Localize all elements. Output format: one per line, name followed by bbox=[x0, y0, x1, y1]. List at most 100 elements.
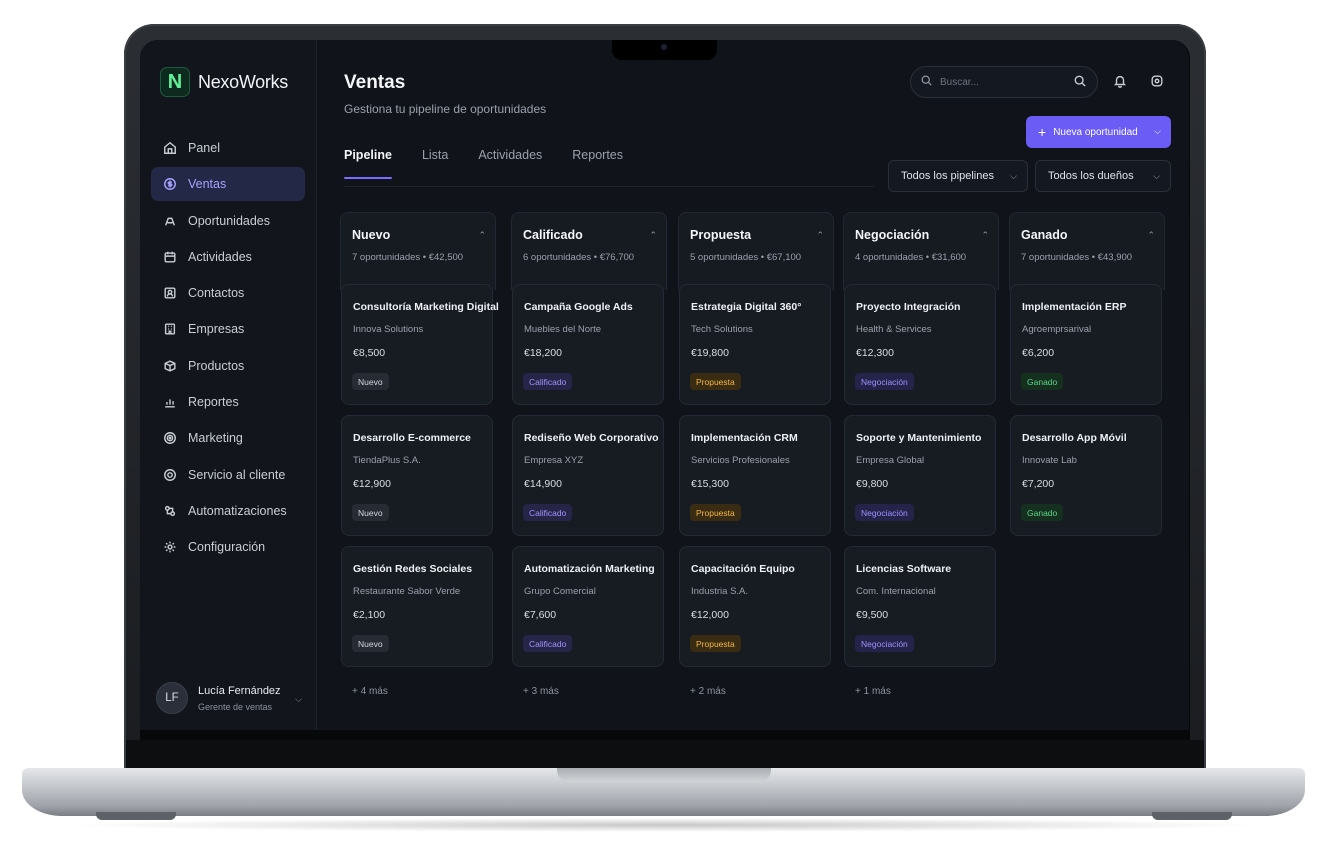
sidebar-item-actividades[interactable]: Actividades bbox=[151, 240, 305, 274]
sidebar-item-contactos[interactable]: Contactos bbox=[151, 276, 305, 310]
building-icon bbox=[163, 322, 177, 336]
app-logo[interactable]: N NexoWorks bbox=[160, 67, 288, 97]
card-value: €9,500 bbox=[856, 609, 889, 621]
user-name: Lucía Fernández bbox=[198, 684, 281, 697]
sidebar-item-panel[interactable]: Panel bbox=[151, 131, 305, 165]
chevron-up-icon[interactable]: ⌃ bbox=[816, 230, 824, 241]
sidebar-item-label: Ventas bbox=[188, 177, 227, 192]
status-badge: Nuevo bbox=[352, 635, 389, 652]
opportunity-card[interactable]: Campaña Google Ads Muebles del Norte €18,2… bbox=[512, 284, 664, 405]
search-submit-icon[interactable] bbox=[1074, 75, 1086, 90]
page-title: Ventas bbox=[344, 72, 406, 93]
search-icon bbox=[921, 75, 932, 89]
column-title: Negociación bbox=[855, 228, 930, 242]
status-badge: Propuesta bbox=[690, 504, 741, 521]
sidebar-item-empresas[interactable]: Empresas bbox=[151, 312, 305, 346]
column-title: Nuevo bbox=[352, 228, 391, 242]
page-subtitle: Gestiona tu pipeline de oportunidades bbox=[344, 102, 547, 116]
card-title: Desarrollo E-commerce bbox=[353, 432, 471, 444]
tabs-divider bbox=[344, 186, 874, 187]
card-company: Innovate Lab bbox=[1022, 455, 1077, 466]
card-value: €12,300 bbox=[856, 347, 894, 359]
show-more-link[interactable]: + 4 más bbox=[352, 686, 388, 697]
opportunity-card[interactable]: Rediseño Web Corporativo Empresa XYZ €14,9… bbox=[512, 415, 664, 536]
owner-filter[interactable]: Todos los dueños ⌵ bbox=[1035, 160, 1171, 192]
show-more-link[interactable]: + 2 más bbox=[690, 686, 726, 697]
chevron-up-icon[interactable]: ⌃ bbox=[478, 230, 486, 241]
user-info: Lucía Fernández Gerente de ventas bbox=[198, 685, 281, 712]
opportunity-card[interactable]: Desarrollo E-commerce TiendaPlus S.A. €12,… bbox=[341, 415, 493, 536]
opportunity-card[interactable]: Licencias Software Com. Internacional €9,5… bbox=[844, 546, 996, 667]
card-company: Tech Solutions bbox=[691, 324, 753, 335]
card-value: €12,000 bbox=[691, 609, 729, 621]
card-title: Rediseño Web Corporativo bbox=[524, 432, 659, 444]
card-company: TiendaPlus S.A. bbox=[353, 455, 421, 466]
sidebar-item-reportes[interactable]: Reportes bbox=[151, 385, 305, 419]
plus-icon: + bbox=[1038, 124, 1047, 140]
show-more-link[interactable]: + 3 más bbox=[523, 686, 559, 697]
sidebar-item-label: Contactos bbox=[188, 286, 245, 301]
opportunity-card[interactable]: Gestión Redes Sociales Restaurante Sabor … bbox=[341, 546, 493, 667]
card-company: Industria S.A. bbox=[691, 586, 749, 597]
chevron-down-icon: ⌵ bbox=[1154, 126, 1161, 136]
user-menu[interactable]: LF Lucía Fernández Gerente de ventas ⌵ bbox=[156, 682, 306, 714]
contacts-icon bbox=[163, 286, 177, 300]
card-value: €9,800 bbox=[856, 478, 889, 490]
status-badge: Ganado bbox=[1021, 373, 1064, 390]
tab-lista[interactable]: Lista bbox=[422, 148, 448, 179]
tab-actividades[interactable]: Actividades bbox=[478, 148, 542, 179]
column-summary: 6 oportunidades • €76,700 bbox=[523, 252, 635, 263]
search-input[interactable] bbox=[940, 76, 1060, 88]
chevron-up-icon[interactable]: ⌃ bbox=[981, 230, 989, 241]
chevron-up-icon[interactable]: ⌃ bbox=[649, 230, 657, 241]
new-opportunity-button[interactable]: + Nueva oportunidad ⌵ bbox=[1026, 116, 1171, 148]
chevron-down-icon: ⌵ bbox=[1010, 171, 1017, 181]
chevron-down-icon[interactable]: ⌵ bbox=[295, 694, 302, 705]
status-badge: Calificado bbox=[523, 504, 573, 521]
opportunity-card[interactable]: Capacitación Equipo Industria S.A. €12,000… bbox=[679, 546, 831, 667]
sidebar-item-ventas[interactable]: Ventas bbox=[151, 167, 305, 202]
column-title: Ganado bbox=[1021, 228, 1068, 242]
chevron-up-icon[interactable]: ⌃ bbox=[1147, 230, 1155, 241]
opportunity-card[interactable]: Consultoría Marketing Digital Innova Solu… bbox=[341, 284, 499, 405]
card-title: Licencias Software bbox=[856, 563, 952, 575]
card-company: Health & Services bbox=[856, 324, 932, 335]
search-bar[interactable] bbox=[910, 66, 1098, 98]
sidebar-item-servicio-al-cliente[interactable]: Servicio al cliente bbox=[151, 458, 305, 492]
home-icon bbox=[163, 141, 177, 155]
settings-icon[interactable] bbox=[1149, 73, 1165, 89]
laptop-foot-left bbox=[96, 812, 176, 820]
opportunity-card[interactable]: Implementación CRM Servicios Profesionale… bbox=[679, 415, 831, 536]
card-company: Servicios Profesionales bbox=[691, 455, 790, 466]
card-company: Empresa XYZ bbox=[524, 455, 584, 466]
opportunity-card[interactable]: Estrategia Digital 360° Tech Solutions €19… bbox=[679, 284, 831, 405]
sidebar-item-label: Servicio al cliente bbox=[188, 467, 286, 482]
card-company: Com. Internacional bbox=[856, 586, 936, 597]
card-value: €7,200 bbox=[1022, 478, 1055, 490]
opportunity-card[interactable]: Implementación ERP Agroemprsarival €6,200 G… bbox=[1010, 284, 1162, 405]
opportunity-card[interactable]: Automatización Marketing Grupo Comercial €… bbox=[512, 546, 664, 667]
pipeline-filter[interactable]: Todos los pipelines ⌵ bbox=[888, 160, 1028, 192]
opportunity-card[interactable]: Proyecto Integración Health & Services €12… bbox=[844, 284, 996, 405]
sidebar-item-automatizaciones[interactable]: Automatizaciones bbox=[151, 494, 305, 528]
card-value: €6,200 bbox=[1022, 347, 1055, 359]
opportunity-card[interactable]: Soporte y Mantenimiento Empresa Global €9,… bbox=[844, 415, 996, 536]
sidebar-item-configuracion[interactable]: Configuración bbox=[151, 530, 305, 564]
sidebar-item-marketing[interactable]: Marketing bbox=[151, 421, 305, 455]
sidebar-item-productos[interactable]: Productos bbox=[151, 349, 305, 383]
card-value: €15,300 bbox=[691, 478, 729, 490]
sidebar-item-label: Actividades bbox=[188, 249, 252, 264]
column-header-bg bbox=[678, 212, 834, 290]
show-more-link[interactable]: + 1 más bbox=[855, 686, 891, 697]
tab-pipeline[interactable]: Pipeline bbox=[344, 148, 392, 179]
bell-icon[interactable] bbox=[1112, 73, 1128, 89]
sidebar-item-oportunidades[interactable]: Oportunidades bbox=[151, 204, 305, 238]
card-company: Restaurante Sabor Verde bbox=[353, 586, 461, 597]
card-value: €2,100 bbox=[353, 609, 386, 621]
status-badge: Negociación bbox=[855, 504, 914, 521]
column-header-bg bbox=[1009, 212, 1165, 290]
tab-reportes[interactable]: Reportes bbox=[572, 148, 623, 179]
card-title: Gestión Redes Sociales bbox=[353, 563, 473, 575]
laptop-hinge bbox=[126, 740, 1204, 770]
opportunity-card[interactable]: Desarrollo App Móvil Innovate Lab €7,200 Ga… bbox=[1010, 415, 1162, 536]
